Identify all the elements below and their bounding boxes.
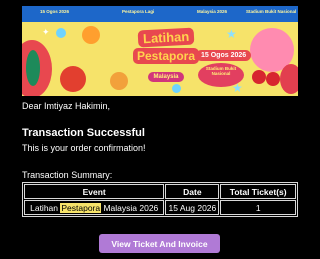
- star-icon: ★: [226, 27, 237, 41]
- blue-dot-shape: [56, 28, 66, 38]
- table-row: Latihan Pestapora Malaysia 2026 15 Aug 2…: [24, 200, 296, 215]
- watermelon-rind-shape: [26, 50, 40, 86]
- header-total-tickets: Total Ticket(s): [220, 184, 296, 199]
- cell-total-tickets: 1: [220, 200, 296, 215]
- strip-text-date: 15 Ogos 2026: [40, 9, 70, 14]
- event-banner: 15 Ogos 2026 Pestapora Lagi Malaysia 202…: [22, 6, 298, 96]
- event-name-highlight: Pestapora: [60, 202, 102, 213]
- blue-dot-shape: [172, 84, 181, 93]
- cell-event: Latihan Pestapora Malaysia 2026: [24, 200, 165, 215]
- event-name-suffix: Malaysia 2026: [101, 202, 159, 213]
- orange-shape: [110, 72, 128, 90]
- strip-text-venue: Stadium Bukit Nasional: [246, 9, 297, 14]
- strip-text-tagline: Pestapora Lagi: [122, 9, 155, 14]
- banner-venue-badge: Stadium Bukit Nasional: [198, 63, 244, 87]
- banner-title-line1: Latihan: [137, 27, 195, 48]
- cell-date: 15 Aug 2026: [165, 200, 220, 215]
- strip-text-edition: Malaysia 2026: [197, 9, 228, 14]
- banner-top-strip: 15 Ogos 2026 Pestapora Lagi Malaysia 202…: [22, 6, 298, 22]
- page-title: Transaction Successful: [22, 127, 145, 139]
- header-event: Event: [24, 184, 165, 199]
- header-date: Date: [165, 184, 220, 199]
- banner-title-line3: Malaysia: [148, 72, 184, 82]
- cherry-shape: [252, 70, 266, 84]
- view-ticket-invoice-button[interactable]: View Ticket And Invoice: [99, 234, 220, 253]
- cherry-shape: [266, 72, 280, 86]
- table-header-row: Event Date Total Ticket(s): [24, 184, 296, 199]
- summary-label: Transaction Summary:: [22, 170, 113, 180]
- banner-date-badge: 15 Ogos 2026: [196, 50, 252, 61]
- sparkle-icon: ✦: [42, 27, 50, 37]
- orange-dot-shape: [82, 26, 100, 44]
- event-name-prefix: Latihan: [30, 202, 61, 213]
- greeting-text: Dear Imtiyaz Hakimin,: [22, 101, 111, 111]
- confirmation-text: This is your order confirmation!: [22, 143, 146, 153]
- strawberry-shape: [280, 64, 298, 94]
- apple-shape: [60, 66, 86, 92]
- banner-title: Latihan Pestapora Malaysia: [128, 27, 204, 83]
- transaction-summary-table: Event Date Total Ticket(s) Latihan Pesta…: [22, 182, 298, 217]
- banner-title-line2: Pestapora: [132, 48, 200, 64]
